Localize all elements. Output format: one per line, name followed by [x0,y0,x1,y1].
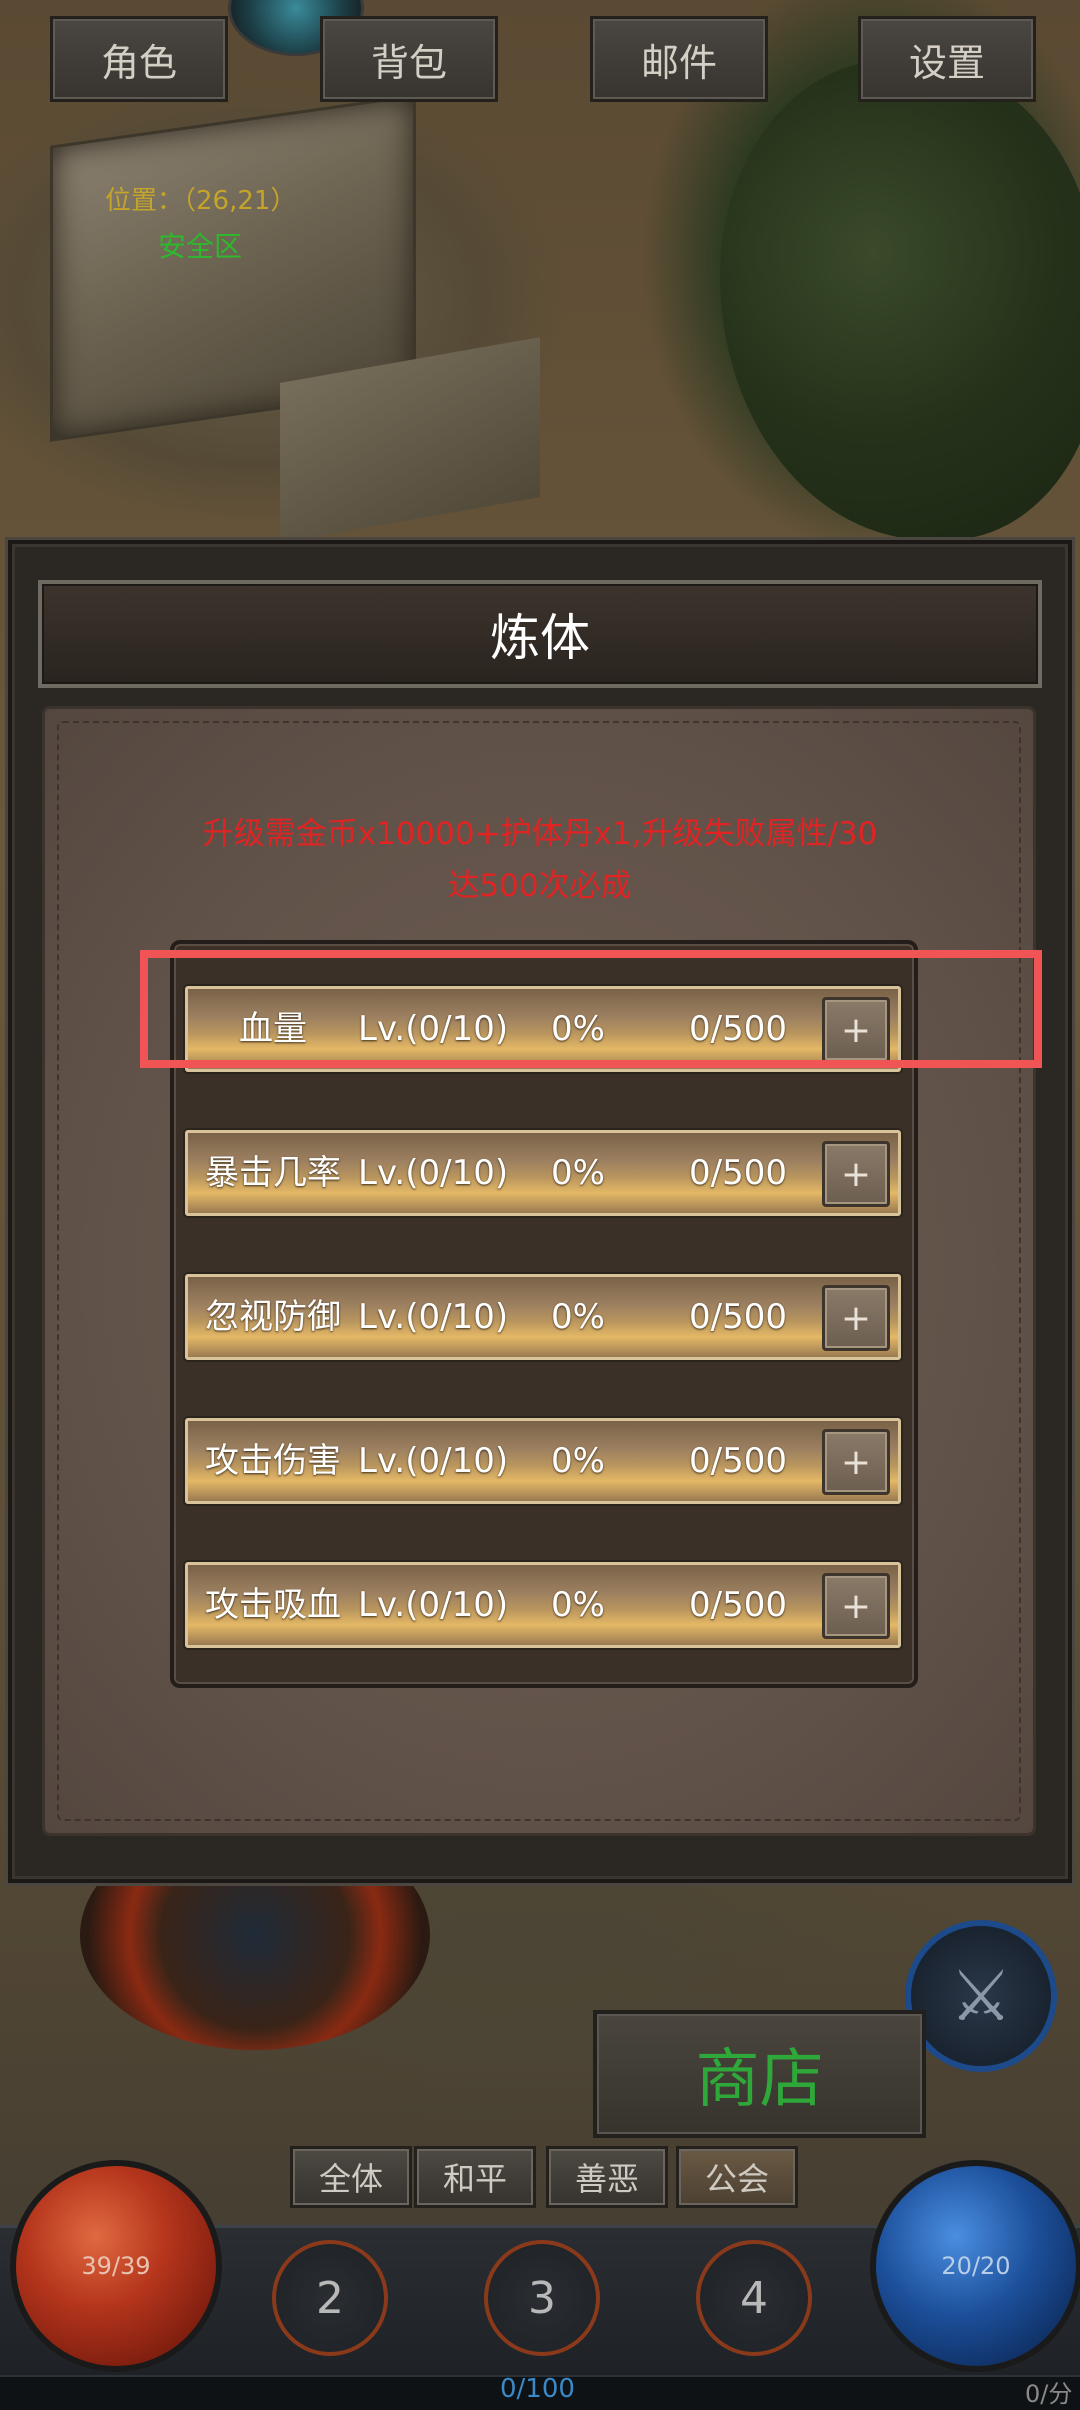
attribute-name: 忽视防御 [205,1297,341,1337]
attribute-row-crit-rate: 暴击几率 Lv.(0/10) 0% 0/500 + [185,1130,901,1216]
attribute-percent: 0% [551,1297,605,1337]
shop-button[interactable]: 商店 [593,2010,926,2138]
chat-tab-good-evil[interactable]: 善恶 [546,2146,668,2208]
map-position: 位置：（26,21） [105,186,297,216]
upgrade-notice-line1: 升级需金币x10000+护体丹x1,升级失败属性/30 [202,816,878,852]
attribute-level: Lv.(0/10) [358,1153,509,1193]
crossed-swords-icon: ⚔ [949,1955,1013,2037]
attribute-percent: 0% [551,1585,605,1625]
attribute-name: 攻击吸血 [205,1585,341,1625]
highlight-box [140,950,1042,1068]
upgrade-notice: 升级需金币x10000+护体丹x1,升级失败属性/30 达500次必成 [140,808,940,912]
upgrade-plus-button[interactable]: + [822,1285,890,1351]
attribute-row-attack-damage: 攻击伤害 Lv.(0/10) 0% 0/500 + [185,1418,901,1504]
attribute-progress: 0/500 [689,1441,787,1481]
skill-slot-2[interactable]: 2 [272,2240,388,2356]
attribute-level: Lv.(0/10) [358,1441,509,1481]
upgrade-notice-line2: 达500次必成 [448,868,632,904]
attribute-progress: 0/500 [689,1585,787,1625]
chat-tab-all[interactable]: 全体 [290,2146,412,2208]
attribute-level: Lv.(0/10) [358,1297,509,1337]
mail-button[interactable]: 邮件 [590,16,768,102]
skill-slot-3[interactable]: 3 [484,2240,600,2356]
xp-value: 0/100 [500,2374,575,2404]
hp-value: 39/39 [81,2252,151,2280]
mp-orb: 20/20 [870,2160,1080,2372]
attribute-name: 暴击几率 [205,1153,341,1193]
attribute-percent: 0% [551,1153,605,1193]
skill-slot-4[interactable]: 4 [696,2240,812,2356]
chat-tab-guild[interactable]: 公会 [676,2146,798,2208]
mp-value: 20/20 [941,2252,1011,2280]
score-value: 0/分 [1025,2380,1073,2408]
attribute-row-lifesteal: 攻击吸血 Lv.(0/10) 0% 0/500 + [185,1562,901,1648]
upgrade-plus-button[interactable]: + [822,1141,890,1207]
upgrade-plus-button[interactable]: + [822,1573,890,1639]
attack-button[interactable]: ⚔ [905,1920,1057,2072]
zone-label: 安全区 [158,230,243,263]
attribute-name: 攻击伤害 [205,1441,341,1481]
bag-button[interactable]: 背包 [320,16,498,102]
hp-orb: 39/39 [10,2160,222,2372]
attribute-progress: 0/500 [689,1297,787,1337]
settings-button[interactable]: 设置 [858,16,1036,102]
dialog-title: 炼体 [38,580,1042,688]
chat-tab-peace[interactable]: 和平 [414,2146,536,2208]
character-button[interactable]: 角色 [50,16,228,102]
upgrade-plus-button[interactable]: + [822,1429,890,1495]
attribute-progress: 0/500 [689,1153,787,1193]
attribute-row-ignore-defense: 忽视防御 Lv.(0/10) 0% 0/500 + [185,1274,901,1360]
top-menu: 角色 背包 邮件 设置 [0,0,1080,110]
attribute-level: Lv.(0/10) [358,1585,509,1625]
attribute-percent: 0% [551,1441,605,1481]
